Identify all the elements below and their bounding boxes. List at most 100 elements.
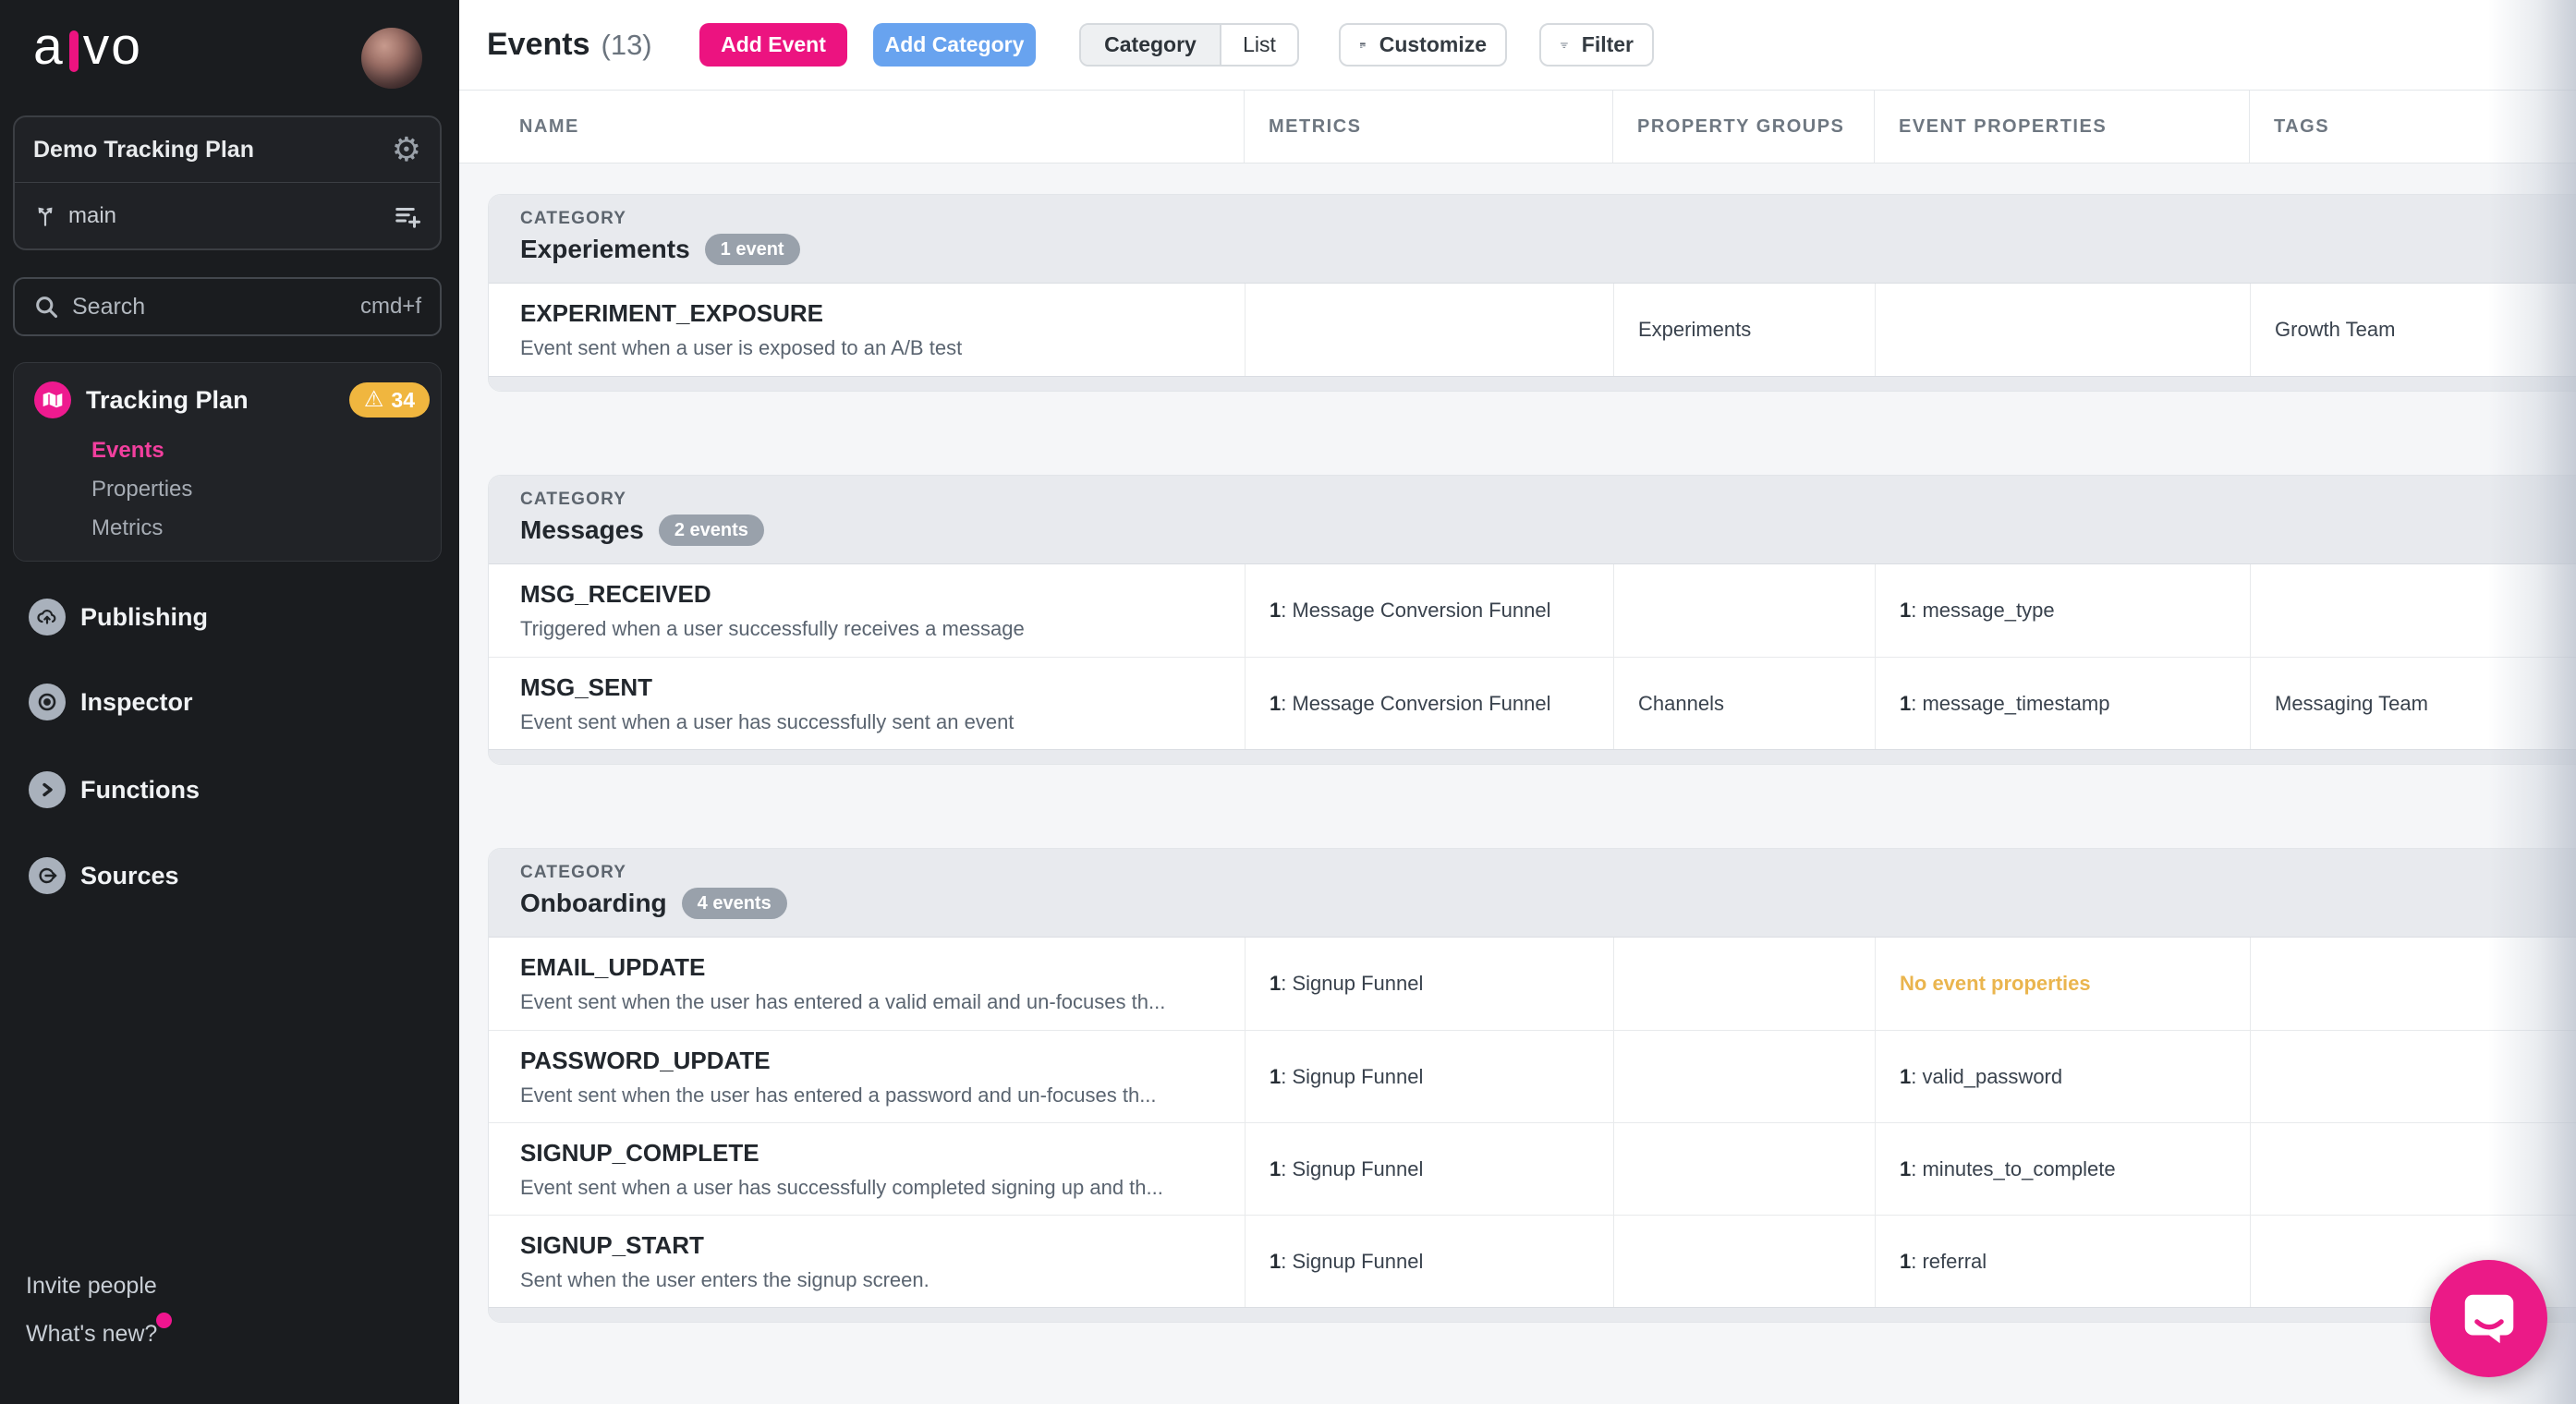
event-row[interactable]: SIGNUP_COMPLETE Event sent when a user ha… (489, 1122, 2576, 1215)
tracking-plan-links: Events Properties Metrics (91, 431, 192, 548)
event-name: SIGNUP_COMPLETE (520, 1138, 759, 1167)
category-title-row: Onboarding 4 events (520, 888, 2576, 919)
event-name-cell: SIGNUP_COMPLETE Event sent when a user ha… (489, 1123, 1245, 1215)
event-name-cell: EMAIL_UPDATE Event sent when the user has… (489, 938, 1245, 1030)
property-groups-cell: Experiments (1613, 284, 1875, 376)
search-shortcut: cmd+f (359, 294, 421, 319)
tracking-plan-card: Tracking Plan ⚠ 34 Events Properties Met… (13, 362, 442, 562)
event-properties-cell: 1: referral (1875, 1216, 2250, 1307)
customize-button[interactable]: Customize (1339, 23, 1507, 67)
issues-count: 34 (391, 387, 415, 412)
event-name-cell: PASSWORD_UPDATE Event sent when the user … (489, 1031, 1245, 1122)
invite-people-link[interactable]: Invite people (26, 1273, 157, 1300)
branch-selector[interactable]: main (15, 183, 440, 248)
category-header: CATEGORY Messages 2 events (489, 476, 2576, 564)
event-row[interactable]: EMAIL_UPDATE Event sent when the user has… (489, 938, 2576, 1030)
tracking-plan-label: Tracking Plan (86, 385, 249, 414)
category-card: CATEGORY Experiements 1 event EXPERIMENT_EX… (488, 194, 2576, 392)
property-groups-cell (1613, 1123, 1875, 1215)
metric-number: 1 (1270, 1064, 1282, 1088)
tags-cell: Growth Team (2250, 284, 2576, 376)
search-icon (36, 297, 58, 319)
event-row[interactable]: MSG_RECEIVED Triggered when a user succes… (489, 564, 2576, 657)
sidebar-item-metrics[interactable]: Metrics (91, 509, 192, 548)
event-name: MSG_SENT (520, 672, 653, 701)
workspace-selector[interactable]: Demo Tracking Plan ⚙ (15, 117, 440, 183)
create-branch-icon[interactable] (394, 202, 421, 230)
sidebar-item-inspector[interactable]: Inspector (29, 684, 193, 720)
event-property-number: 1 (1900, 691, 1912, 715)
sidebar-item-properties[interactable]: Properties (91, 470, 192, 509)
property-groups-cell (1613, 564, 1875, 657)
chat-bubble-button[interactable] (2430, 1260, 2547, 1377)
logo-letter-a: a (33, 17, 65, 76)
add-event-button[interactable]: Add Event (699, 23, 847, 67)
filter-button[interactable]: Filter (1539, 23, 1654, 67)
category-cards: CATEGORY Experiements 1 event EXPERIMENT_EX… (488, 194, 2576, 1404)
warning-triangle-icon: ⚠ (363, 387, 384, 412)
sidebar-item-label: Sources (80, 861, 179, 890)
category-footer (489, 376, 2576, 391)
event-property-number: 1 (1900, 1064, 1912, 1088)
category-footer (489, 749, 2576, 764)
column-header-property-groups: PROPERTY GROUPS (1612, 91, 1874, 163)
sidebar-item-label: Inspector (80, 687, 193, 716)
arrow-exit-icon (29, 857, 66, 894)
category-title-row: Experiements 1 event (520, 234, 2576, 265)
branch-name: main (68, 202, 117, 228)
sidebar-item-events[interactable]: Events (91, 431, 192, 470)
view-toggle-category[interactable]: Category (1081, 25, 1221, 65)
add-category-button[interactable]: Add Category (873, 23, 1036, 67)
event-name: PASSWORD_UPDATE (520, 1046, 771, 1074)
sidebar-item-label: Functions (80, 775, 200, 804)
user-avatar[interactable] (361, 28, 422, 89)
whats-new-link[interactable]: What's new? (26, 1313, 173, 1348)
event-row[interactable]: PASSWORD_UPDATE Event sent when the user … (489, 1030, 2576, 1122)
event-property-number: 1 (1900, 1156, 1912, 1180)
sidebar-item-functions[interactable]: Functions (29, 771, 200, 808)
sidebar-item-sources[interactable]: Sources (29, 857, 179, 894)
view-toggle-list[interactable]: List (1221, 25, 1297, 65)
event-count-badge: 4 events (681, 888, 787, 919)
tracking-plan-header[interactable]: Tracking Plan ⚠ 34 (34, 380, 430, 420)
metrics-cell (1245, 284, 1613, 376)
metrics-cell: 1: Message Conversion Funnel (1245, 658, 1613, 749)
events-count: (13) (601, 28, 652, 61)
category-label: CATEGORY (520, 863, 627, 882)
category-card: CATEGORY Messages 2 events MSG_RECEIVED Trig… (488, 475, 2576, 765)
event-name-cell: SIGNUP_START Sent when the user enters th… (489, 1216, 1245, 1307)
event-row[interactable]: SIGNUP_START Sent when the user enters th… (489, 1215, 2576, 1307)
metrics-cell: 1: Signup Funnel (1245, 1216, 1613, 1307)
event-description: Event sent when a user has successfully … (520, 1175, 1163, 1199)
issues-count-badge: ⚠ 34 (348, 382, 430, 418)
workspace-name: Demo Tracking Plan (33, 136, 254, 163)
metric-number: 1 (1270, 691, 1282, 715)
filter-lines-icon (1560, 42, 1568, 48)
table-grid-icon (1359, 42, 1366, 48)
event-name: EMAIL_UPDATE (520, 953, 706, 981)
event-description: Event sent when the user has entered a p… (520, 1083, 1157, 1107)
event-properties-cell: No event properties (1875, 938, 2250, 1030)
event-properties-cell (1875, 284, 2250, 376)
event-name: MSG_RECEIVED (520, 580, 711, 608)
chat-bubble-icon (2464, 1294, 2513, 1343)
tags-cell (2250, 564, 2576, 657)
event-count-badge: 1 event (704, 234, 800, 265)
category-header: CATEGORY Experiements 1 event (489, 195, 2576, 284)
avo-logo: a vo (33, 20, 142, 73)
settings-gear-icon[interactable]: ⚙ (392, 133, 421, 166)
page-title-text: Events (487, 27, 590, 62)
category-card: CATEGORY Onboarding 4 events EMAIL_UPDATE Ev… (488, 848, 2576, 1323)
column-header-tags: TAGS (2249, 91, 2576, 163)
main-content: Events (13) Add Event Add Category Categ… (459, 0, 2576, 1404)
search-input[interactable]: Search cmd+f (13, 277, 442, 336)
property-groups-cell (1613, 1216, 1875, 1307)
sidebar-item-label: Publishing (80, 602, 208, 631)
category-label: CATEGORY (520, 490, 627, 509)
metrics-cell: 1: Signup Funnel (1245, 1123, 1613, 1215)
sidebar-item-publishing[interactable]: Publishing (29, 599, 208, 635)
category-name: Messages (520, 515, 644, 544)
view-toggle: Category List (1079, 23, 1299, 67)
event-row[interactable]: MSG_SENT Event sent when a user has succe… (489, 657, 2576, 749)
event-row[interactable]: EXPERIMENT_EXPOSURE Event sent when a use… (489, 284, 2576, 376)
